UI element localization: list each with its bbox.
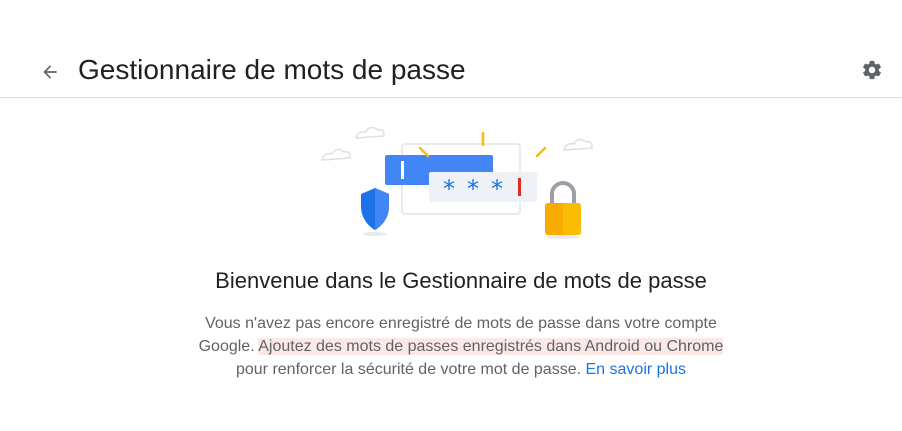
password-mask: *** — [443, 175, 515, 203]
header: Gestionnaire de mots de passe — [0, 0, 902, 98]
password-manager-page: Gestionnaire de mots de passe *** Bienve… — [0, 0, 902, 431]
description-highlight: Ajoutez des mots de passes enregistrés d… — [258, 338, 724, 355]
lock-icon — [545, 181, 581, 239]
gear-icon — [863, 60, 881, 80]
back-button[interactable] — [34, 56, 66, 88]
settings-button[interactable] — [856, 54, 888, 86]
shield-icon — [361, 188, 389, 236]
learn-more-link[interactable]: En savoir plus — [586, 361, 687, 378]
page-title: Gestionnaire de mots de passe — [78, 54, 466, 85]
description-text-end: pour renforcer la sécurité de votre mot … — [235, 361, 582, 378]
arrow-back-icon — [43, 65, 57, 79]
welcome-title: Bienvenue dans le Gestionnaire de mots d… — [215, 268, 707, 293]
header-divider — [0, 97, 902, 98]
empty-state-description: Vous n'avez pas encore enregistré de mot… — [191, 312, 731, 381]
password-illustration: *** — [321, 126, 593, 239]
